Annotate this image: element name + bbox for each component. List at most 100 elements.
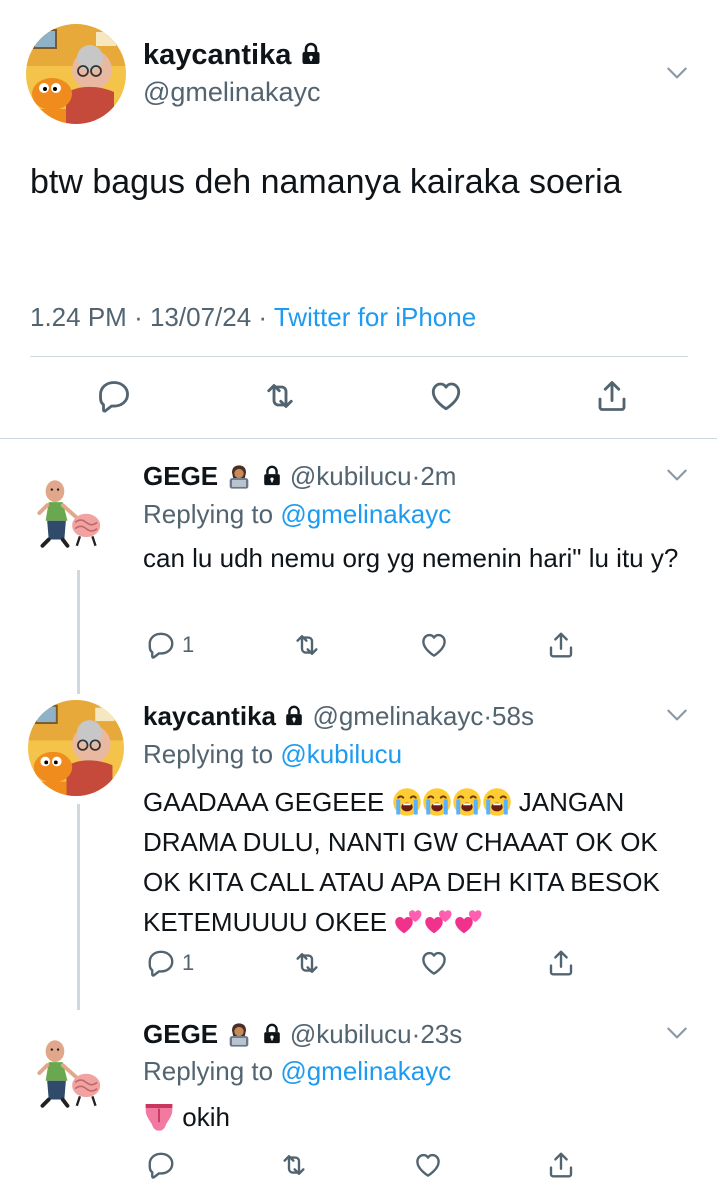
tweet-source[interactable]: Twitter for iPhone — [274, 302, 476, 332]
chevron-down-icon[interactable] — [664, 462, 690, 488]
share-icon — [546, 948, 576, 978]
action-bar — [146, 1150, 576, 1180]
reply-header: GEGE @kubilucu·2m — [143, 460, 456, 492]
thread-line — [77, 804, 80, 1010]
lock-icon — [261, 465, 283, 487]
reply-header: GEGE @kubilucu·23s — [143, 1018, 462, 1050]
lock-icon — [283, 705, 305, 727]
meta-separator: · — [411, 461, 421, 491]
reply-icon — [146, 948, 176, 978]
avatar[interactable] — [30, 462, 108, 564]
retweet-icon — [292, 948, 322, 978]
thread-line — [77, 570, 80, 694]
reply-icon — [96, 378, 132, 414]
share-button[interactable] — [546, 630, 576, 660]
retweet-button[interactable] — [292, 630, 322, 660]
avatar-image — [30, 462, 108, 564]
replying-to: Replying to @gmelinakayc — [143, 1055, 451, 1087]
reply-button[interactable]: 1 — [146, 630, 194, 660]
avatar-image — [30, 1022, 108, 1124]
chevron-down-icon[interactable] — [664, 60, 690, 86]
retweet-button[interactable] — [279, 1150, 309, 1180]
like-button[interactable] — [413, 1150, 443, 1180]
reply-text-body: okih — [182, 1102, 230, 1132]
lock-icon — [261, 1023, 283, 1045]
tweet-date: 13/07/24 — [149, 302, 252, 332]
technologist-emoji — [225, 463, 253, 491]
action-bar — [96, 378, 630, 414]
action-bar: 1 — [146, 948, 576, 978]
replying-to: Replying to @kubilucu — [143, 738, 402, 770]
replying-label: Replying to — [143, 1056, 274, 1086]
lock-icon — [299, 42, 323, 66]
author-handle[interactable]: @kubilucu — [290, 1019, 412, 1049]
chevron-down-icon[interactable] — [664, 1020, 690, 1046]
replying-label: Replying to — [143, 499, 274, 529]
author-handle[interactable]: @gmelinakayc — [143, 76, 320, 108]
share-icon — [594, 378, 630, 414]
retweet-button[interactable] — [292, 948, 322, 978]
like-icon — [419, 630, 449, 660]
replying-label: Replying to — [143, 739, 274, 769]
share-button[interactable] — [546, 1150, 576, 1180]
divider — [0, 438, 717, 439]
tweet-meta: 1.24 PM · 13/07/24 · Twitter for iPhone — [30, 300, 476, 334]
meta-separator: · — [258, 302, 268, 332]
two-hearts-emoji — [454, 907, 484, 937]
loudly-crying-emoji — [452, 787, 482, 817]
meta-separator: · — [134, 302, 143, 332]
retweet-icon — [279, 1150, 309, 1180]
share-icon — [546, 1150, 576, 1180]
reply-text: can lu udh nemu org yg nemenin hari" lu … — [143, 543, 679, 573]
reply-text: GAADAAA GEGEEE JANGAN DRAMA DULU, NANTI … — [143, 782, 688, 942]
reply-count: 1 — [182, 632, 195, 657]
author-name[interactable]: kaycantika — [143, 39, 291, 71]
avatar[interactable] — [30, 1022, 108, 1124]
main-tweet: kaycantika @gmelinakayc btw bagus deh na… — [0, 0, 717, 438]
author-name[interactable]: GEGE — [143, 461, 218, 491]
reply-time: 23s — [420, 1019, 463, 1049]
reply-button[interactable] — [96, 378, 132, 414]
share-button[interactable] — [594, 378, 630, 414]
reply-time: 58s — [492, 701, 534, 731]
technologist-emoji — [225, 1021, 253, 1049]
two-hearts-emoji — [394, 907, 424, 937]
chevron-down-icon[interactable] — [664, 702, 690, 728]
author-handle[interactable]: @gmelinakayc — [312, 701, 483, 731]
reply-text: okih — [143, 1098, 688, 1136]
like-button[interactable] — [428, 378, 464, 414]
avatar[interactable] — [28, 700, 124, 796]
author-name[interactable]: kaycantika — [143, 701, 276, 731]
avatar[interactable] — [26, 24, 126, 124]
divider — [30, 356, 688, 357]
like-button[interactable] — [419, 630, 449, 660]
action-bar: 1 — [146, 630, 576, 660]
replying-to-link[interactable]: @gmelinakayc — [280, 499, 451, 529]
like-button[interactable] — [419, 948, 449, 978]
reply-button[interactable] — [146, 1150, 176, 1180]
share-icon — [546, 630, 576, 660]
author-handle[interactable]: @kubilucu — [290, 461, 412, 491]
like-icon — [428, 378, 464, 414]
replying-to-link[interactable]: @kubilucu — [280, 739, 402, 769]
reply-icon — [146, 630, 176, 660]
reply-tweet: kaycantika @gmelinakayc·58s Replying to … — [0, 680, 717, 1010]
avatar-image — [26, 24, 126, 124]
two-hearts-emoji — [424, 907, 454, 937]
reply-count: 1 — [182, 950, 195, 975]
author-name[interactable]: GEGE — [143, 1019, 218, 1049]
reply-button[interactable]: 1 — [146, 948, 194, 978]
loudly-crying-emoji — [392, 787, 422, 817]
reply-header: kaycantika @gmelinakayc·58s — [143, 700, 534, 732]
loudly-crying-emoji — [422, 787, 452, 817]
tweet-text: btw bagus deh namanya kairaka soeria — [30, 163, 622, 201]
retweet-button[interactable] — [262, 378, 298, 414]
like-icon — [413, 1150, 443, 1180]
tweet-time: 1.24 PM — [30, 302, 127, 332]
reply-icon — [146, 1150, 176, 1180]
retweet-icon — [292, 630, 322, 660]
share-button[interactable] — [546, 948, 576, 978]
meta-separator: · — [411, 1019, 421, 1049]
replying-to-link[interactable]: @gmelinakayc — [280, 1056, 451, 1086]
reply-tweet: GEGE @kubilucu·23s Replying to @gmelinak… — [0, 1000, 717, 1200]
